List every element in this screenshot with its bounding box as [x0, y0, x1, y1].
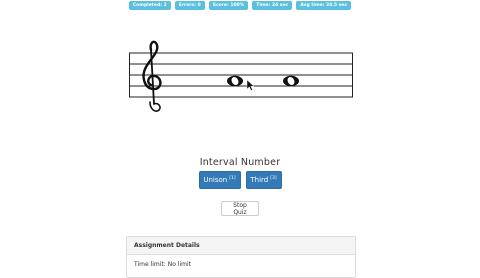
time-limit-label: Time limit:	[134, 261, 166, 268]
unison-shortcut: [1]	[229, 175, 236, 181]
time-limit-value: No limit	[167, 261, 191, 268]
completed-badge: Completed: 2	[128, 1, 171, 10]
panel-heading: Assignment Details	[127, 237, 355, 255]
time-badge: Time: 24 sec	[252, 1, 293, 10]
music-staff	[129, 40, 353, 112]
panel-body: Time limit: No limit	[127, 255, 355, 268]
stats-bar: Completed: 2 Errors: 0 Score: 100% Time:…	[0, 1, 480, 10]
avg-time-badge: Avg time: 24.5 sec	[296, 1, 352, 10]
whole-note-icon-1	[227, 75, 243, 87]
cursor-icon	[246, 79, 255, 91]
question-label: Interval Number	[199, 157, 281, 168]
answer-buttons: Unison [1] Third [3]	[0, 171, 480, 189]
score-badge: Score: 100%	[208, 1, 249, 10]
assignment-details-panel: Assignment Details Time limit: No limit	[126, 236, 356, 278]
stop-quiz-button[interactable]: Stop Quiz	[221, 201, 259, 216]
third-label: Third	[250, 176, 269, 184]
treble-clef-icon	[142, 40, 162, 112]
errors-badge: Errors: 0	[174, 1, 205, 10]
unison-button[interactable]: Unison [1]	[198, 171, 241, 189]
staff-lines	[129, 52, 353, 98]
unison-label: Unison	[203, 176, 228, 184]
whole-note-icon-2	[283, 75, 299, 87]
third-shortcut: [3]	[270, 175, 277, 181]
third-button[interactable]: Third [3]	[245, 171, 282, 189]
